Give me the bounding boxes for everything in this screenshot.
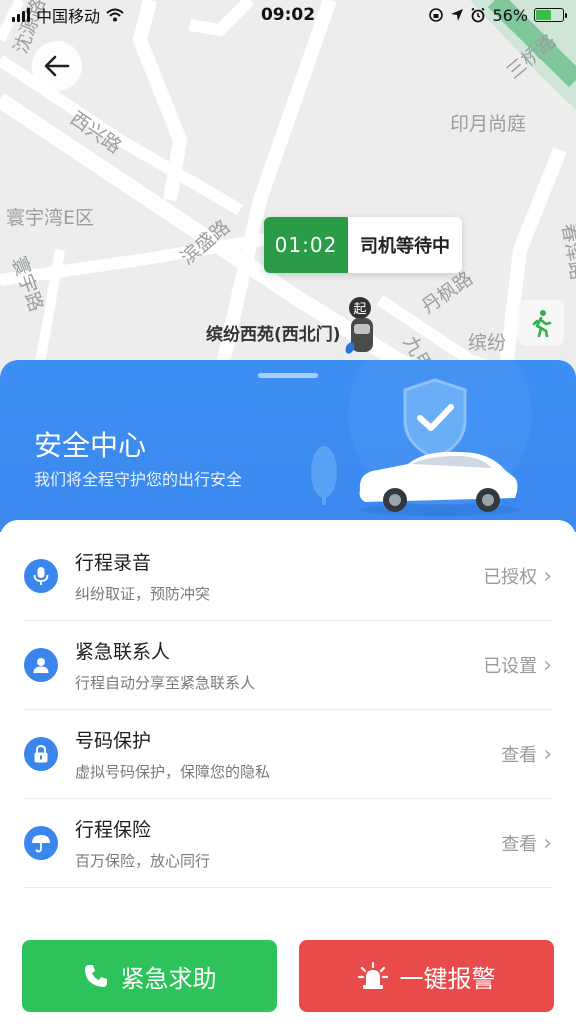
map-label: 印月尚庭 [450,113,527,135]
list-item-emergency-contact[interactable]: 紧急联系人 行程自动分享至紧急联系人 已设置 › [24,621,552,710]
safety-center-header: 安全中心 我们将全程守护您的出行安全 [0,360,576,532]
item-status: 已设置 [483,656,538,677]
item-subtitle: 百万保险，放心同行 [75,852,211,870]
map-label: 缤纷 [468,332,507,354]
safety-feature-list: 行程录音 纠纷取证，预防冲突 已授权 › 紧急联系人 行程自动分享至紧急联系人 … [0,520,576,888]
chevron-right-icon: › [543,652,552,678]
item-title: 号码保护 [75,730,152,752]
pickup-location-label: 缤纷西苑(西北门) [206,325,341,345]
panel-title: 安全中心 [34,429,147,462]
emergency-help-label: 紧急求助 [120,964,217,993]
walking-person-icon [532,310,552,337]
item-status: 查看 [501,745,538,766]
battery-percent: 56% [492,5,528,25]
pickup-pin-icon: 起 [344,296,380,362]
list-item-number-protection[interactable]: 号码保护 虚拟号码保护，保障您的隐私 查看 › [24,710,552,799]
one-click-alarm-button[interactable]: 一键报警 [299,940,554,1012]
map-view[interactable]: 沈源路 西兴路 寰宇湾E区 滨盛路 印月尚庭 三桥路 寰宇路 丹枫路 九甲 缤纷… [0,0,576,420]
item-title: 紧急联系人 [75,641,171,663]
driver-waiting-badge: 01:02 司机等待中 [264,217,462,273]
item-title: 行程保险 [75,819,152,841]
carrier-name: 中国移动 [36,7,101,26]
one-click-alarm-label: 一键报警 [399,964,496,993]
pickup-pin-char: 起 [353,302,366,317]
back-button[interactable] [32,41,82,91]
chevron-right-icon: › [543,741,552,767]
rotation-lock-icon [429,8,444,22]
status-time: 09:02 [260,5,316,25]
map-label: 寰宇湾E区 [6,207,95,229]
wait-status-text: 司机等待中 [360,236,450,257]
siren-icon [357,962,388,989]
microphone-icon [24,559,58,593]
back-arrow-icon [44,55,70,77]
lock-icon [24,737,58,771]
emergency-actions: 紧急求助 一键报警 [22,940,554,1012]
battery-icon [534,8,567,22]
item-subtitle: 纠纷取证，预防冲突 [75,585,211,603]
chevron-right-icon: › [543,563,552,589]
list-item-trip-insurance[interactable]: 行程保险 百万保险，放心同行 查看 › [24,799,552,888]
status-bar: 中国移动 09:02 56% [0,0,576,30]
item-subtitle: 虚拟号码保护，保障您的隐私 [75,763,271,781]
item-status: 已授权 [483,567,538,588]
item-status: 查看 [501,834,538,855]
phone-icon [84,965,107,987]
chevron-right-icon: › [543,830,552,856]
item-title: 行程录音 [75,552,152,574]
item-subtitle: 行程自动分享至紧急联系人 [75,674,256,692]
umbrella-icon [24,826,58,860]
signal-strength-icon [12,8,30,22]
list-item-trip-recording[interactable]: 行程录音 纠纷取证，预防冲突 已授权 › [24,532,552,621]
wifi-icon [106,8,124,22]
safety-center-panel: 安全中心 我们将全程守护您的出行安全 行程录音 纠纷取证，预防冲突 已授权 › [0,360,576,1024]
location-arrow-icon [451,9,464,21]
panel-subtitle: 我们将全程守护您的出行安全 [34,470,243,489]
alarm-clock-icon [471,7,485,23]
wait-timer: 01:02 [264,217,348,273]
walking-route-button[interactable] [518,300,564,346]
person-icon [24,648,58,682]
emergency-help-button[interactable]: 紧急求助 [22,940,277,1012]
car-shield-illustration [311,360,532,516]
